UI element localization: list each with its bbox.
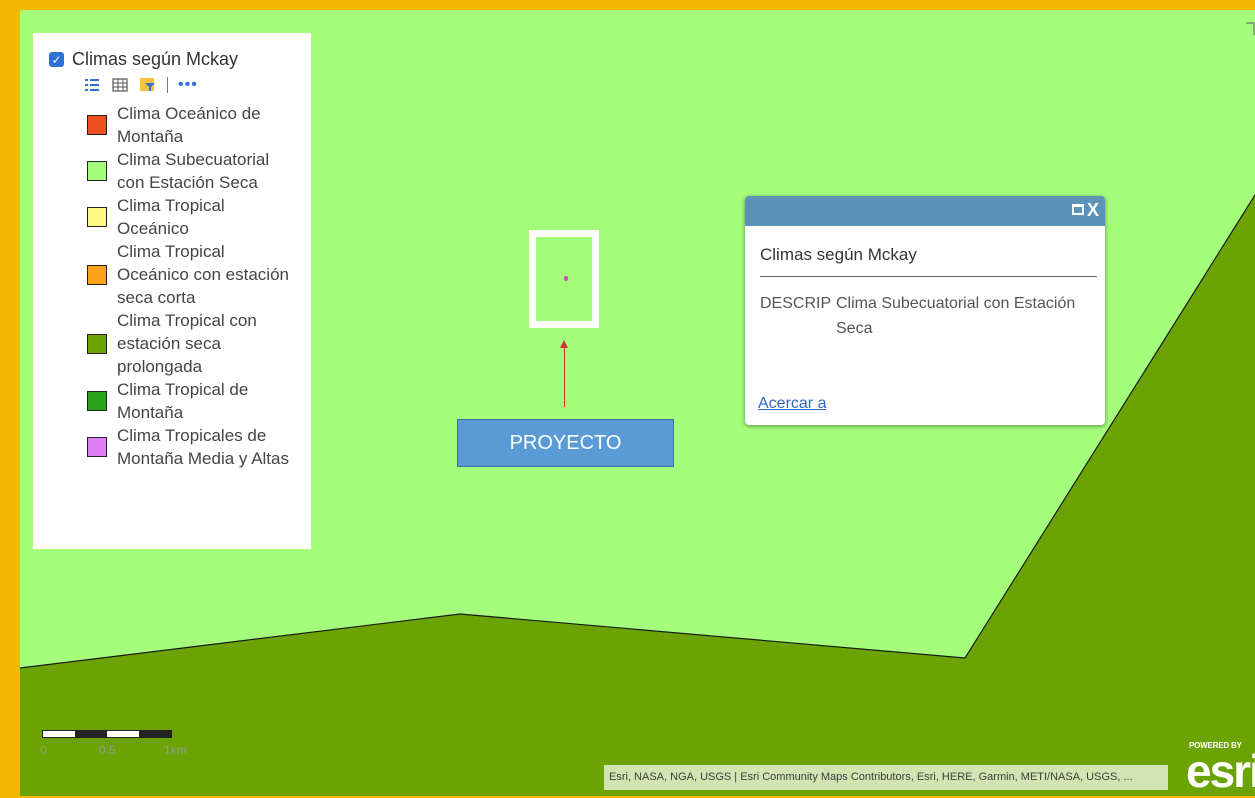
legend-item: Clima Tropical Oceánico (87, 194, 297, 240)
esri-wordmark: esri (1186, 745, 1255, 797)
legend-item-label: Clima Tropicales de Montaña Media y Alta… (117, 426, 289, 468)
legend-item-label: Clima Tropical Oceánico con estación sec… (117, 242, 289, 307)
legend-item: Clima Oceánico de Montaña (87, 102, 297, 148)
legend-item-label: Clima Tropical Oceánico (117, 196, 225, 238)
popup-attribute-row: DESCRIP Clima Subecuatorial con Estación… (760, 291, 1097, 341)
legend-swatch (87, 333, 107, 354)
fullscreen-icon[interactable] (1245, 22, 1255, 36)
legend-items: Clima Oceánico de Montaña Clima Subecuato… (87, 102, 297, 470)
legend-item: Clima Tropical Oceánico con estación sec… (87, 240, 297, 309)
legend-list-icon[interactable] (83, 76, 101, 94)
popup-title: Climas según Mckay (760, 245, 1097, 277)
scale-segment (75, 731, 107, 737)
legend-item: Clima Tropical de Montaña (87, 378, 297, 424)
filter-icon[interactable] (139, 76, 157, 94)
layer-title: Climas según Mckay (72, 49, 239, 69)
esri-logo[interactable]: POWERED BY esri (1186, 738, 1255, 797)
more-options-icon[interactable]: ••• (178, 77, 198, 93)
legend-item-label: Clima Tropical con estación seca prolong… (117, 311, 257, 376)
scale-segment (43, 731, 75, 737)
zoom-to-link[interactable]: Acercar a (758, 395, 826, 413)
scale-tick-label: 0.5 (99, 743, 116, 757)
maximize-icon[interactable] (1072, 204, 1084, 215)
layer-header: ✓ Climas según Mckay (49, 49, 297, 70)
legend-swatch (87, 161, 107, 181)
map-attribution[interactable]: Esri, NASA, NGA, USGS | Esri Community M… (604, 765, 1168, 790)
scale-segment (107, 731, 139, 737)
popup-header: X (745, 196, 1105, 226)
layer-toolbar: ••• (83, 76, 297, 94)
scale-labels: 0 0.5 1km (40, 743, 187, 759)
legend-item-label: Clima Oceánico de Montaña (117, 104, 261, 146)
legend-panel: ✓ Climas según Mckay ••• Clima Oceánico … (33, 33, 311, 549)
field-value: Clima Subecuatorial con Estación Seca (836, 295, 1076, 337)
legend-item-label: Clima Tropical de Montaña (117, 380, 249, 422)
scale-segment (139, 731, 171, 737)
toolbar-separator (167, 77, 168, 93)
field-name: DESCRIP (760, 295, 832, 312)
legend-swatch (87, 437, 107, 457)
scale-tick-label: 1km (164, 743, 187, 757)
scale-bar: 0 0.5 1km (40, 730, 187, 759)
attribute-table-icon[interactable] (111, 76, 129, 94)
legend-item: Clima Tropical con estación seca prolong… (87, 309, 297, 378)
legend-swatch (87, 264, 107, 285)
pointer-line (564, 347, 565, 407)
legend-item-label: Clima Subecuatorial con Estación Seca (117, 150, 270, 192)
layer-visibility-checkbox[interactable]: ✓ (49, 52, 64, 67)
scale-bar-graphic (42, 730, 172, 738)
close-icon[interactable]: X (1087, 199, 1099, 221)
scale-tick-label: 0 (40, 743, 47, 757)
legend-item: Clima Tropicales de Montaña Media y Alta… (87, 424, 297, 470)
legend-swatch (87, 391, 107, 411)
legend-item: Clima Subecuatorial con Estación Seca (87, 148, 297, 194)
feature-popup: X Climas según Mckay DESCRIP Clima Subec… (745, 196, 1105, 425)
legend-swatch (87, 115, 107, 135)
project-label-box: PROYECTO (457, 419, 674, 467)
legend-swatch (87, 207, 107, 227)
project-point-marker[interactable] (564, 276, 568, 281)
